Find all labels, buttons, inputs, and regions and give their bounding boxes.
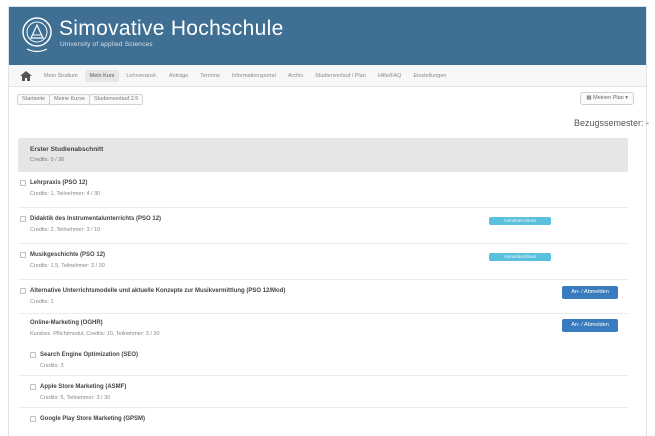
site-header: Simovative Hochschule University of appl… [9,7,646,65]
breadcrumb-studienverlauf[interactable]: Studienverlauf 2.5 [89,94,144,105]
home-icon[interactable] [19,70,33,82]
section-title: Erster Studienabschnitt [30,146,104,153]
submodule-title: Google Play Store Marketing (GPSM) [40,416,146,422]
breadcrumb-startseite[interactable]: Startseite [17,94,51,105]
breadcrumb-meine-kurse[interactable]: Meine Kurse [49,94,90,105]
top-navigation: Mein Studium Mein Kurs Lehrveranst. Antr… [9,65,646,87]
module-meta: Kursbez. Pflichtmodul, Credits: 10, Teil… [30,331,160,337]
nav-item-archiv[interactable]: Archiv [283,70,308,82]
study-plan-list: Erster Studienabschnitt Credits: 0 / 30 … [18,138,628,428]
nav-item-termine[interactable]: Termine [195,70,225,82]
submodule-meta: Credits: 3 [40,363,64,369]
nav-item-hilfe[interactable]: Hilfe/FAQ [373,70,407,82]
nav-item-mein-kurs[interactable]: Mein Kurs [84,69,120,82]
module-title: Alternative Unterrichtsmodelle und aktue… [30,288,286,294]
module-row[interactable]: Lehrpraxis (PSO 12) Credits: 1, Teilnehm… [18,172,628,208]
brand-title: Simovative Hochschule [59,17,284,40]
nav-item-mein-studium[interactable]: Mein Studium [39,70,83,82]
register-deregister-button[interactable]: An- / Abmelden [562,286,618,299]
module-checkbox[interactable] [20,252,26,258]
module-checkbox[interactable] [20,216,26,222]
submodule-checkbox[interactable] [30,416,36,422]
nav-item-lehrveranstaltungen[interactable]: Lehrveranst. [121,70,162,82]
submodule-row[interactable]: Google Play Store Marketing (GPSM) [18,408,628,428]
nav-item-antraege[interactable]: Anträge [164,70,193,82]
module-row[interactable]: Didaktik des Instrumentalunterrichts (PS… [18,208,628,244]
section-credits: Credits: 0 / 30 [30,157,65,163]
module-meta: Credits: 1 [30,299,54,305]
module-title: Lehrpraxis (PSO 12) [30,180,88,186]
registration-status-badge: Anmeldeschluss [489,253,551,261]
module-row[interactable]: Alternative Unterrichtsmodelle und aktue… [18,280,628,314]
module-meta: Credits: 2, Teilnehmer: 3 / 10 [30,227,101,233]
module-checkbox[interactable] [20,288,26,294]
module-row[interactable]: Musikgeschichte (PSO 12) Credits: 1.5, T… [18,244,628,280]
submodule-checkbox[interactable] [30,384,36,390]
calendar-icon: ▦ [586,95,592,101]
chevron-down-icon: ▾ [625,95,628,101]
submodule-title: Apple Store Marketing (ASMF) [40,384,127,390]
submodule-checkbox[interactable] [30,352,36,358]
brand-subtitle: University of applied Sciences [60,41,153,48]
submodule-title: Search Engine Optimization (SEO) [40,352,139,358]
register-deregister-button[interactable]: An- / Abmelden [562,319,618,332]
nav-item-studienverlauf[interactable]: Studienverlauf / Plan [310,70,371,82]
submodule-row[interactable]: Apple Store Marketing (ASMF) Credits: 5,… [18,376,628,408]
my-plan-dropdown-button[interactable]: ▦ Meinen Plan ▾ [580,92,634,105]
breadcrumb: Startseite Meine Kurse Studienverlauf 2.… [9,87,646,111]
module-meta: Credits: 1, Teilnehmer: 4 / 30 [30,191,101,197]
module-title: Musikgeschichte (PSO 12) [30,252,106,258]
module-checkbox[interactable] [20,180,26,186]
nav-item-informationsportal[interactable]: Informationsportal [227,70,281,82]
module-meta: Credits: 1.5, Teilnehmer: 3 / 30 [30,263,105,269]
reference-semester: Bezugssemester: - [573,118,649,128]
section-header[interactable]: Erster Studienabschnitt Credits: 0 / 30 [18,138,628,172]
submodule-row[interactable]: Search Engine Optimization (SEO) Credits… [18,344,628,376]
module-group-row[interactable]: Online-Marketing (OGHR) Kursbez. Pflicht… [18,314,628,344]
module-title: Online-Marketing (OGHR) [30,320,103,326]
submodule-meta: Credits: 5, Teilnehmer: 3 / 30 [40,395,111,401]
module-title: Didaktik des Instrumentalunterrichts (PS… [30,216,162,222]
nav-item-einstellungen[interactable]: Einstellungen [408,70,451,82]
university-seal-logo[interactable] [21,16,53,54]
registration-status-badge: Anmeldeschluss [489,217,551,225]
